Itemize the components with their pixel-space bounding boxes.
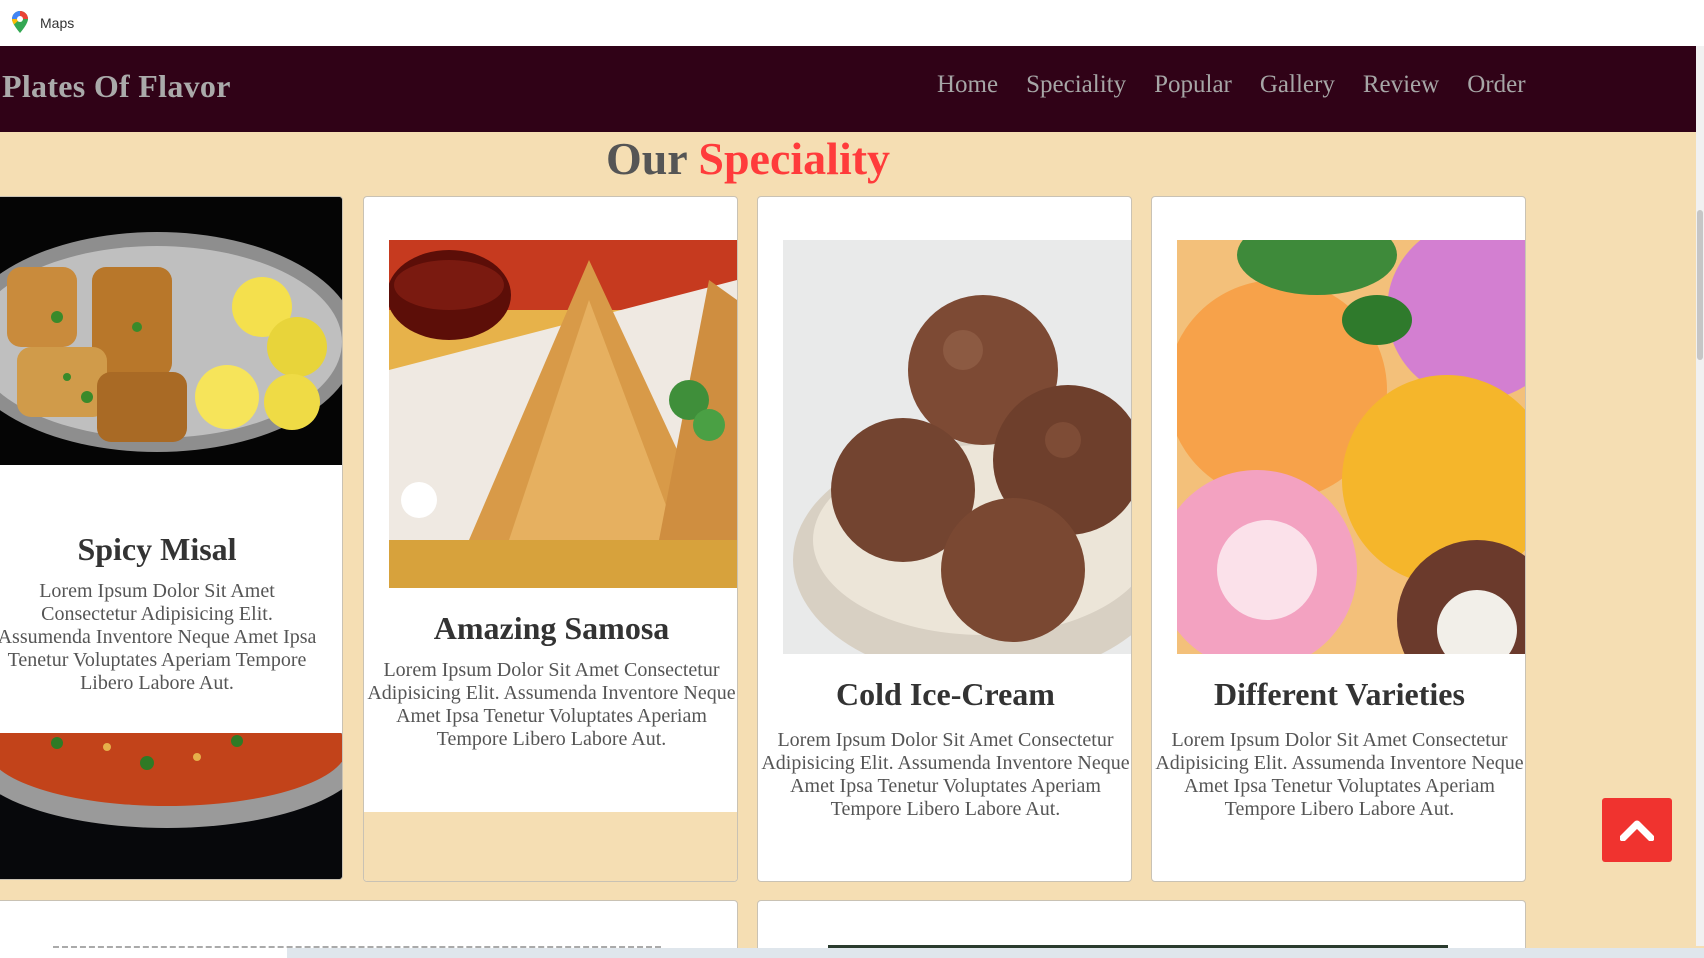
card-footer-area: [364, 812, 737, 881]
heading-accent: Speciality: [698, 133, 891, 184]
page-scrollbar[interactable]: [1696, 46, 1704, 946]
nav-gallery[interactable]: Gallery: [1260, 71, 1335, 99]
site-logo[interactable]: Plates Of Flavor: [2, 68, 231, 105]
site-header: Plates Of Flavor Home Speciality Popular…: [0, 46, 1696, 132]
taskbar-left: [0, 948, 287, 958]
taskbar: [287, 948, 1704, 958]
back-to-top-button[interactable]: [1602, 798, 1672, 862]
section-heading: Our Speciality: [0, 132, 1496, 185]
heading-main: Our: [605, 133, 699, 184]
bookmarks-bar: Maps: [0, 0, 1704, 46]
speciality-card-spicy-misal[interactable]: Spicy Misal Lorem Ipsum Dolor Sit Amet C…: [0, 196, 343, 880]
card-title: Spicy Misal: [77, 531, 237, 567]
scrollbar-thumb[interactable]: [1697, 210, 1703, 360]
ice-cream-varieties-photo: [1177, 240, 1525, 654]
spicy-misal-bowl-photo: [0, 733, 342, 879]
card-description: Lorem Ipsum Dolor Sit Amet Consectetur A…: [1155, 729, 1524, 820]
card-title: Cold Ice-Cream: [836, 676, 1055, 712]
nav-home[interactable]: Home: [937, 71, 998, 99]
card-description: Lorem Ipsum Dolor Sit Amet Consectetur A…: [0, 580, 317, 694]
samosa-photo: [389, 240, 737, 588]
speciality-card-cold-ice-cream[interactable]: Cold Ice-Cream Lorem Ipsum Dolor Sit Ame…: [757, 196, 1132, 882]
chevron-up-icon: [1620, 820, 1654, 841]
card-description: Lorem Ipsum Dolor Sit Amet Consectetur A…: [367, 659, 736, 750]
nav-speciality[interactable]: Speciality: [1026, 71, 1126, 99]
chocolate-ice-cream-photo: [783, 240, 1131, 654]
spicy-misal-photo: [0, 197, 342, 465]
speciality-card-different-varieties[interactable]: Different Varieties Lorem Ipsum Dolor Si…: [1151, 196, 1526, 882]
card-title: Different Varieties: [1214, 676, 1465, 712]
main-nav: Home Speciality Popular Gallery Review O…: [937, 71, 1526, 99]
nav-review[interactable]: Review: [1363, 71, 1439, 99]
card-title: Amazing Samosa: [433, 610, 670, 646]
maps-pin-icon[interactable]: [12, 11, 30, 35]
nav-popular[interactable]: Popular: [1154, 71, 1232, 99]
bookmark-maps-link[interactable]: Maps: [40, 15, 74, 31]
nav-order[interactable]: Order: [1467, 71, 1525, 99]
speciality-card-amazing-samosa[interactable]: Amazing Samosa Lorem Ipsum Dolor Sit Ame…: [363, 196, 738, 882]
card-description: Lorem Ipsum Dolor Sit Amet Consectetur A…: [761, 729, 1130, 820]
